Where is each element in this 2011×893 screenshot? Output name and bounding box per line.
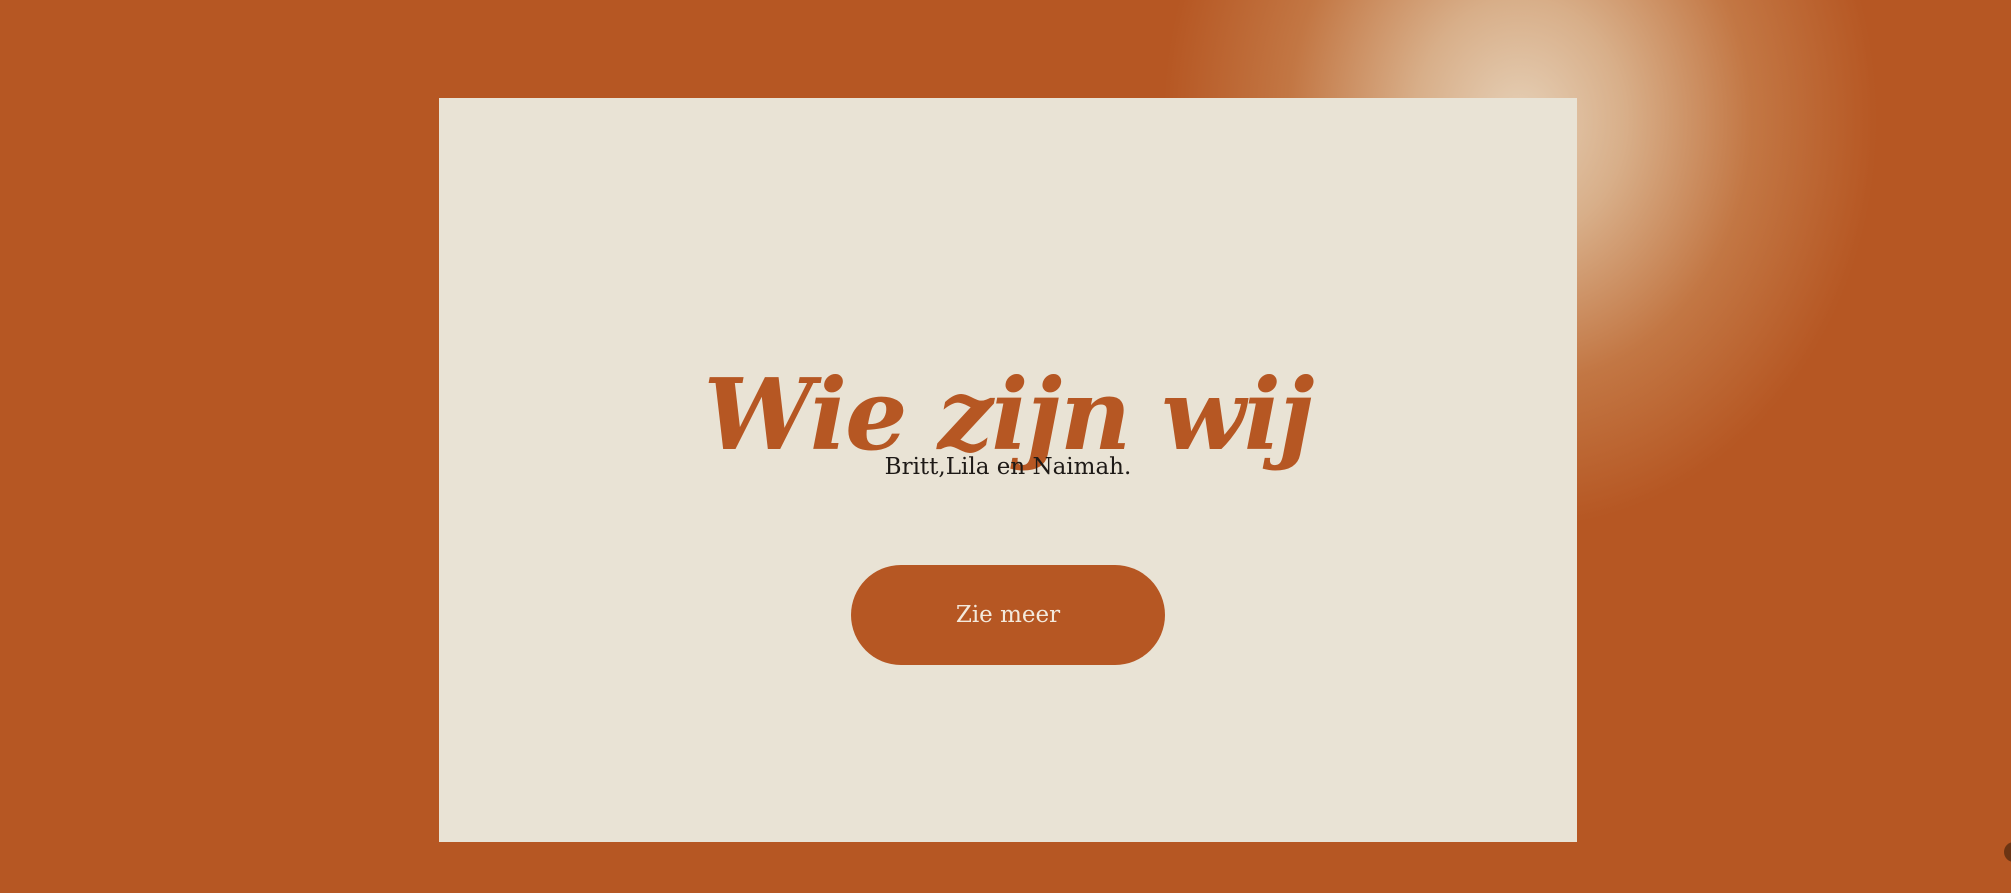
about-card: Wie zijn wij Britt,Lila en Naimah. Zie m… (439, 98, 1577, 842)
see-more-button[interactable]: Zie meer (851, 565, 1165, 665)
corner-widget[interactable] (2004, 842, 2011, 862)
team-names: Britt,Lila en Naimah. (884, 454, 1132, 480)
